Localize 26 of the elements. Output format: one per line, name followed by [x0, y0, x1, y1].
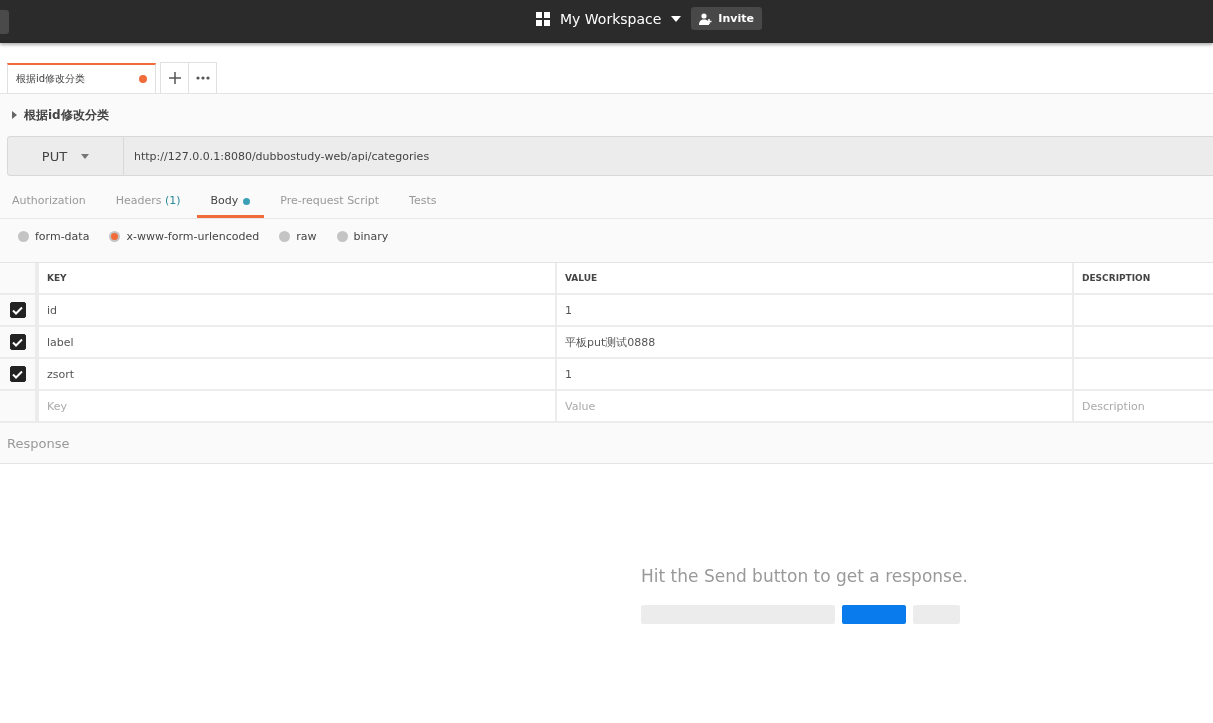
method-dropdown[interactable]: PUT: [7, 136, 124, 176]
checkbox[interactable]: [9, 302, 26, 318]
workspace-dropdown[interactable]: My Workspace: [536, 10, 682, 27]
expand-icon[interactable]: [12, 111, 17, 119]
grid-icon: [536, 11, 550, 26]
empty-message: Hit the Send button to get a response.: [641, 566, 968, 586]
body-type-radio[interactable]: raw: [279, 230, 317, 252]
add-user-icon: [699, 12, 713, 25]
new-tab-button[interactable]: [160, 62, 189, 93]
body-type-radio[interactable]: form-data: [18, 230, 90, 252]
url-field[interactable]: http://127.0.0.1:8080/dubbostudy-web/api/categories: [124, 136, 1213, 176]
body-type-radio[interactable]: x-www-form-urlencoded: [109, 230, 260, 252]
invite-button[interactable]: Invite: [691, 7, 762, 30]
section-tab[interactable]: Headers (1): [115, 187, 181, 218]
caret-icon: [671, 15, 682, 22]
more-icon: [195, 76, 210, 80]
body-type-radio[interactable]: binary: [336, 230, 389, 252]
checkbox[interactable]: [9, 366, 26, 382]
response-title: Response: [7, 435, 70, 451]
section-tab[interactable]: Body: [196, 187, 265, 218]
caret-icon: [81, 153, 90, 159]
unsaved-dot: [139, 75, 147, 83]
plus-icon: [168, 72, 181, 84]
checkbox[interactable]: [9, 334, 26, 350]
request-tab[interactable]: 根据id修改分类: [7, 63, 156, 93]
request-title: 根据id修改分类: [24, 106, 109, 124]
